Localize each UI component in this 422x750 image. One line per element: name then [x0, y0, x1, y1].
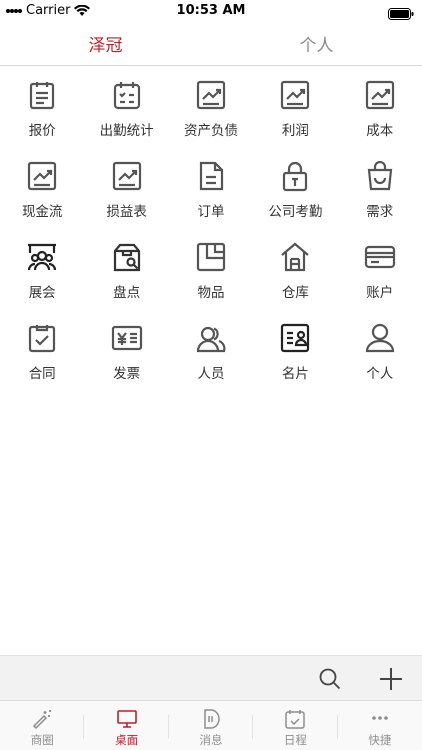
- grid-item-personal[interactable]: 个人: [338, 309, 422, 390]
- clock: 10:53 AM: [176, 3, 246, 18]
- grid-item-exhibition[interactable]: 展会: [0, 228, 84, 309]
- grid-item-label: 合同: [28, 366, 56, 382]
- grid-item-label: 公司考勤: [268, 204, 323, 220]
- grid-item-label: 损益表: [106, 204, 147, 220]
- grid-item-label: 仓库: [281, 285, 309, 301]
- grid-item-inventory-check[interactable]: 盘点: [84, 228, 168, 309]
- tab-messages[interactable]: 消息: [169, 701, 254, 750]
- tab-company[interactable]: 泽冠: [0, 22, 211, 65]
- grid-item-profit[interactable]: 利润: [253, 66, 337, 147]
- grid-item-balance-sheet[interactable]: 资产负债: [169, 66, 253, 147]
- grid-item-account[interactable]: 账户: [338, 228, 422, 309]
- grid-item-label: 展会: [28, 285, 56, 301]
- grid-item-invoice[interactable]: 发票: [84, 309, 168, 390]
- message-icon: [204, 709, 220, 729]
- grid-item-warehouse[interactable]: 仓库: [253, 228, 337, 309]
- grid-item-label: 物品: [197, 285, 225, 301]
- card-icon: [364, 245, 395, 269]
- grid-item-attendance-stats[interactable]: 出勤统计: [84, 66, 168, 147]
- status-bar: Carrier 10:53 AM: [0, 0, 422, 22]
- grid-item-label: 账户: [366, 285, 394, 301]
- business-card-icon: [281, 323, 310, 353]
- trend-chart-icon: [196, 80, 226, 110]
- grid-item-label: 利润: [281, 123, 309, 139]
- tab-shortcuts[interactable]: 快捷: [338, 701, 422, 750]
- grid-item-company-attendance[interactable]: 公司考勤: [253, 147, 337, 228]
- grid-item-orders[interactable]: 订单: [169, 147, 253, 228]
- trend-chart-icon: [28, 161, 57, 191]
- person-icon: [365, 323, 394, 353]
- grid-item-label: 报价: [28, 123, 56, 139]
- lock-icon: [283, 161, 308, 192]
- plus-icon: [380, 668, 402, 690]
- grid-item-contract[interactable]: 合同: [0, 309, 84, 390]
- grid-item-label: 名片: [281, 366, 309, 382]
- grid-item-label: 盘点: [113, 285, 141, 301]
- tab-label: 消息: [199, 733, 223, 747]
- action-bar: [0, 655, 422, 700]
- magic-wand-icon: [33, 710, 52, 730]
- invoice-icon: [111, 325, 142, 351]
- grid-item-demand[interactable]: 需求: [338, 147, 422, 228]
- tab-personal[interactable]: 个人: [211, 22, 422, 65]
- document-icon: [199, 161, 224, 191]
- tab-label: 桌面: [115, 733, 139, 747]
- grid-item-label: 成本: [366, 123, 394, 139]
- grid-item-label: 订单: [197, 204, 225, 220]
- people-icon: [196, 326, 226, 353]
- tab-label: 快捷: [368, 733, 392, 747]
- exhibition-icon: [28, 243, 57, 271]
- grid-item-goods[interactable]: 物品: [169, 228, 253, 309]
- goods-icon: [196, 242, 226, 272]
- inventory-search-icon: [113, 243, 140, 272]
- search-button[interactable]: [315, 664, 345, 694]
- grid-row: 现金流 损益表 订单 公司考勤 需求: [0, 147, 422, 228]
- grid-item-label: 需求: [366, 204, 394, 220]
- grid-item-label: 人员: [197, 366, 225, 382]
- tab-label: 商圈: [30, 733, 54, 747]
- calendar-icon: [285, 710, 306, 729]
- tab-label: 日程: [283, 733, 307, 747]
- tab-desktop[interactable]: 桌面: [84, 701, 169, 750]
- tab-business-circle[interactable]: 商圈: [0, 701, 85, 750]
- add-button[interactable]: [376, 664, 406, 694]
- grid-item-label: 出勤统计: [99, 123, 154, 139]
- grid-row: 展会 盘点 物品 仓库 账户: [0, 228, 422, 309]
- trend-chart-icon: [281, 80, 310, 110]
- grid-item-income-statement[interactable]: 损益表: [84, 147, 168, 228]
- feature-grid: 报价 出勤统计 资产负债 利润 成本 现金流 损益表 订单 公司考勤 需求 展会…: [0, 66, 422, 390]
- grid-row: 报价 出勤统计 资产负债 利润 成本: [0, 66, 422, 147]
- more-dots-icon: [372, 716, 388, 720]
- contract-check-icon: [29, 325, 56, 353]
- grid-item-label: 发票: [113, 366, 141, 382]
- grid-item-cost[interactable]: 成本: [338, 66, 422, 147]
- clipboard-list-icon: [30, 82, 55, 110]
- warehouse-icon: [281, 242, 310, 272]
- calendar-check-icon: [113, 82, 140, 110]
- grid-item-quote[interactable]: 报价: [0, 66, 84, 147]
- tab-schedule[interactable]: 日程: [253, 701, 338, 750]
- grid-item-personnel[interactable]: 人员: [169, 309, 253, 390]
- top-tabs: 泽冠 个人: [0, 22, 422, 66]
- grid-item-business-card[interactable]: 名片: [253, 309, 337, 390]
- shopping-bag-icon: [367, 160, 392, 191]
- bottom-tab-bar: 商圈 桌面 消息 日程 快捷: [0, 700, 422, 750]
- search-icon: [319, 668, 341, 690]
- grid-item-label: 个人: [366, 366, 394, 382]
- grid-item-label: 现金流: [21, 204, 63, 220]
- grid-item-label: 资产负债: [183, 123, 238, 139]
- grid-row: 合同 发票 人员 名片 个人: [0, 309, 422, 390]
- trend-chart-icon: [365, 80, 394, 110]
- grid-item-cash-flow[interactable]: 现金流: [0, 147, 84, 228]
- trend-chart-icon: [112, 161, 141, 191]
- desktop-icon: [116, 710, 137, 728]
